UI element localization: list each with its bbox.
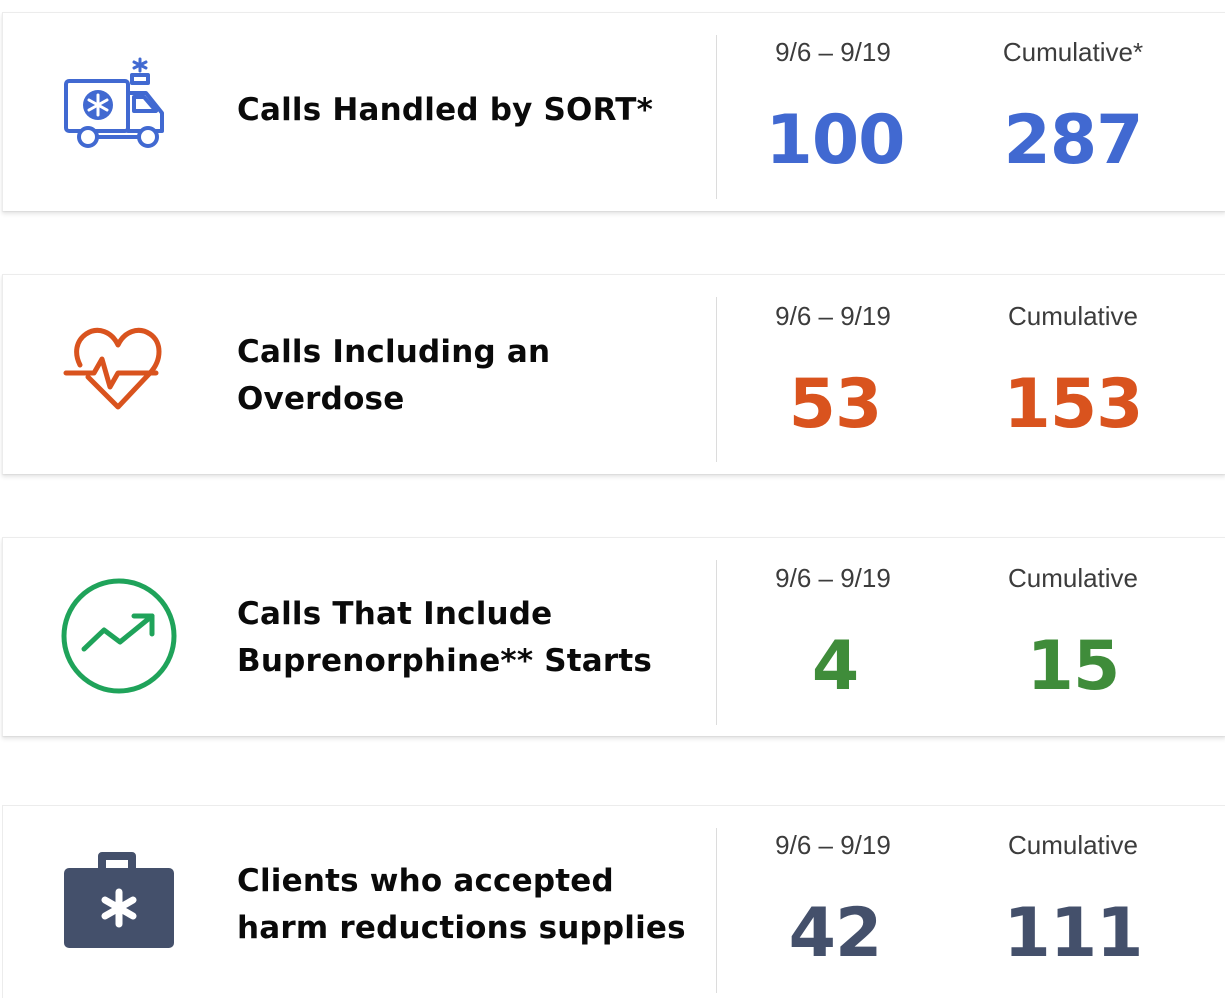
heartbeat-icon [58, 315, 178, 435]
metric-card-calls-handled: Calls Handled by SORT* 9/6 – 9/19 Cumula… [2, 12, 1225, 211]
cumulative-label: Cumulative* [1002, 37, 1144, 67]
metric-label-line: Calls That Include [237, 596, 553, 632]
metric-label: Calls Handled by SORT* [237, 87, 697, 134]
metric-label-line: Buprenorphine** Starts [237, 643, 653, 679]
metric-card-overdose: Calls Including an Overdose 9/6 – 9/19 C… [2, 274, 1225, 474]
metric-label: Calls That Include Buprenorphine** Start… [237, 591, 697, 685]
period-value: 100 [765, 101, 906, 180]
metric-card-harm-reduction: Clients who accepted harm reductions sup… [2, 805, 1225, 998]
ambulance-icon [58, 53, 178, 173]
period-value: 4 [811, 627, 859, 706]
period-label: 9/6 – 9/19 [775, 37, 891, 67]
metric-label-line: Calls Handled by SORT* [237, 92, 654, 128]
cumulative-value: 153 [1003, 365, 1144, 444]
metric-label-line: Clients who accepted [237, 863, 614, 899]
period-label: 9/6 – 9/19 [775, 830, 891, 860]
cumulative-value: 111 [1003, 894, 1144, 973]
cumulative-value: 15 [1026, 627, 1121, 706]
metric-label-line: Calls Including an [237, 334, 551, 370]
trending-up-icon [58, 576, 178, 696]
period-value: 53 [788, 365, 883, 444]
metric-label-line: Overdose [237, 381, 405, 417]
period-label: 9/6 – 9/19 [775, 301, 891, 331]
cumulative-label: Cumulative [1007, 301, 1139, 331]
cumulative-label: Cumulative [1007, 563, 1139, 593]
cumulative-value: 287 [1003, 101, 1144, 180]
metric-label: Calls Including an Overdose [237, 329, 697, 423]
period-value: 42 [788, 894, 883, 973]
cumulative-label: Cumulative [1007, 830, 1139, 860]
metric-label: Clients who accepted harm reductions sup… [237, 858, 697, 952]
medical-kit-icon [58, 846, 178, 966]
metric-card-buprenorphine: Calls That Include Buprenorphine** Start… [2, 537, 1225, 736]
period-label: 9/6 – 9/19 [775, 563, 891, 593]
metric-label-line: harm reductions supplies [237, 910, 686, 946]
